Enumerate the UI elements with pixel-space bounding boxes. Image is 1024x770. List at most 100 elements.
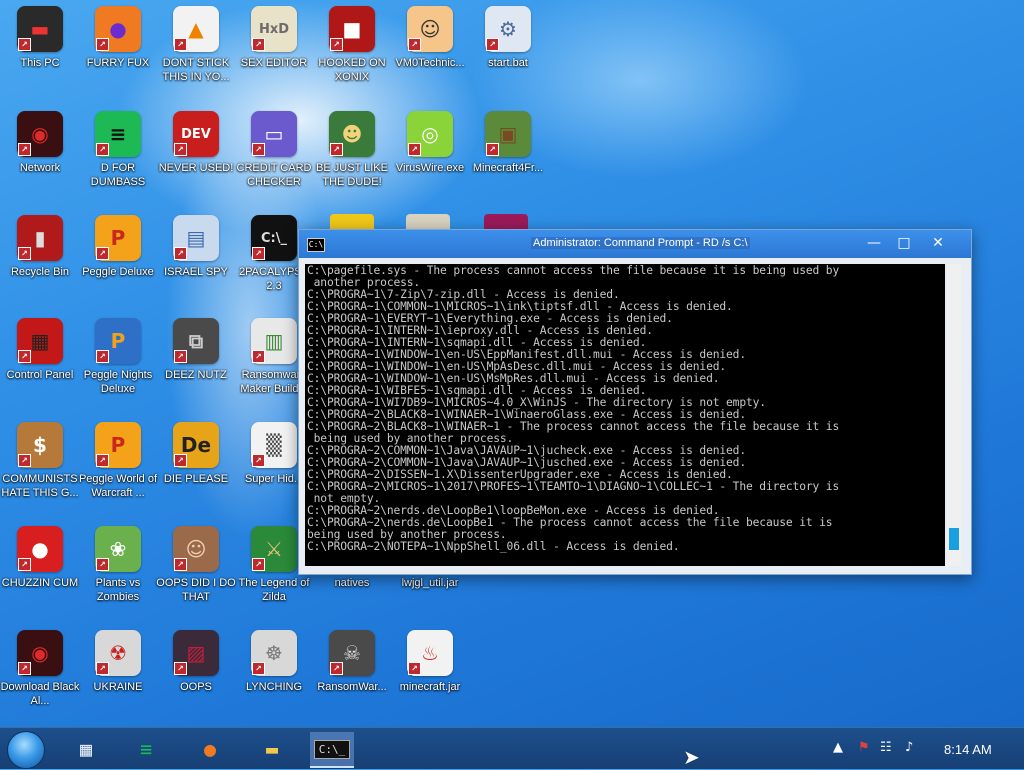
desktop-icon[interactable]: ☠ ↗ RansomWar...	[312, 630, 392, 694]
shortcut-arrow-icon: ↗	[96, 454, 109, 467]
desktop-icon[interactable]: P ↗ Peggle Deluxe	[78, 215, 158, 279]
volume-icon[interactable]: ♪	[905, 740, 913, 755]
shortcut-arrow-icon: ↗	[174, 38, 187, 51]
desktop-icon[interactable]: ▤ ↗ ISRAEL SPY	[156, 215, 236, 279]
scrollbar[interactable]	[947, 264, 961, 566]
desktop-icon-label: HOOKED ON XONIX	[318, 57, 386, 83]
desktop-icon-image: ● ↗	[17, 526, 63, 572]
desktop-icon-label: NEVER USED!	[158, 162, 234, 174]
desktop-icon-label: Download Black Al...	[0, 681, 80, 707]
desktop-icon[interactable]: ☻ ↗ BE JUST LIKE THE DUDE!	[312, 111, 392, 189]
cmd-icon: C:\_	[313, 739, 351, 759]
desktop-icon[interactable]: ◉ ↗ Network	[0, 111, 80, 175]
scroll-thumb[interactable]	[949, 528, 959, 550]
desktop-icon[interactable]: ● ↗ FURRY FUX	[78, 6, 158, 70]
desktop-icon-image: ⚙ ↗	[485, 6, 531, 52]
network-icon[interactable]: ☷	[880, 740, 892, 755]
desktop-icon-image: ☸ ↗	[251, 630, 297, 676]
spotify-icon: ≡	[139, 737, 153, 761]
desktop-icon[interactable]: ❀ ↗ Plants vs Zombies	[78, 526, 158, 604]
desktop-icon-image: ◉ ↗	[17, 630, 63, 676]
desktop-icon[interactable]: ▮ ↗ Recycle Bin	[0, 215, 80, 279]
desktop-icon[interactable]: De ↗ DIE PLEASE	[156, 422, 236, 486]
desktop-icon[interactable]: ▨ ↗ OOPS	[156, 630, 236, 694]
shortcut-arrow-icon: ↗	[18, 662, 31, 675]
close-button[interactable]: ✕	[923, 232, 953, 254]
maximize-button[interactable]: □	[889, 232, 919, 254]
desktop-icon[interactable]: ⧉ ↗ DEEZ NUTZ	[156, 318, 236, 382]
desktop-icon[interactable]: HxD ↗ SEX EDITOR	[234, 6, 314, 70]
command-prompt-window[interactable]: C:\ Administrator: Command Prompt - RD /…	[298, 229, 972, 575]
desktop-icon-label: RansomWar...	[317, 681, 387, 693]
shortcut-arrow-icon: ↗	[252, 662, 265, 675]
taskbar-spotify-button[interactable]: ≡	[124, 732, 168, 766]
desktop-icon[interactable]: ◉ ↗ Download Black Al...	[0, 630, 80, 708]
desktop-icon[interactable]: $ ↗ COMMUNISTS HATE THIS G...	[0, 422, 80, 500]
shortcut-arrow-icon: ↗	[252, 558, 265, 571]
desktop-icon-image: ▲ ↗	[173, 6, 219, 52]
desktop-icon-label: The Legend of Zilda	[238, 577, 310, 603]
clock[interactable]: 8:14 AM	[944, 742, 992, 757]
console-output[interactable]: C:\pagefile.sys - The process cannot acc…	[305, 264, 945, 566]
window-titlebar[interactable]: C:\ Administrator: Command Prompt - RD /…	[299, 230, 971, 258]
taskview-icon: ▦	[79, 737, 93, 761]
desktop-icon[interactable]: ▲ ↗ DONT STICK THIS IN YO...	[156, 6, 236, 84]
desktop-icon[interactable]: P ↗ Peggle World of Warcraft ...	[78, 422, 158, 500]
desktop-icon-image: ▦ ↗	[17, 318, 63, 364]
desktop-icon[interactable]: ▣ ↗ Minecraft4Fr...	[468, 111, 548, 175]
desktop-icon-label: lwjgl_util.jar	[401, 577, 459, 589]
shortcut-arrow-icon: ↗	[18, 350, 31, 363]
action-center-flag-icon[interactable]: ⚑	[858, 740, 870, 755]
shortcut-arrow-icon: ↗	[408, 38, 421, 51]
desktop-icon-image: ▥ ↗	[251, 318, 297, 364]
shortcut-arrow-icon: ↗	[96, 38, 109, 51]
desktop-icon-label: Minecraft4Fr...	[472, 162, 544, 174]
desktop-icon[interactable]: P ↗ Peggle Nights Deluxe	[78, 318, 158, 396]
desktop-icon[interactable]: ☺ ↗ OOPS DID I DO THAT	[156, 526, 236, 604]
taskbar-file-explorer-button[interactable]: ▬	[250, 732, 294, 766]
taskbar-firefox-button[interactable]: ●	[188, 732, 232, 766]
shortcut-arrow-icon: ↗	[18, 247, 31, 260]
desktop-icon[interactable]: ▦ ↗ Control Panel	[0, 318, 80, 382]
shortcut-arrow-icon: ↗	[408, 662, 421, 675]
desktop-icon-image: P ↗	[95, 318, 141, 364]
desktop-icon-label: Peggle Deluxe	[82, 266, 154, 278]
desktop-icon[interactable]: ≡ ↗ D FOR DUMBASS	[78, 111, 158, 189]
taskbar-cmd-button[interactable]: C:\_	[310, 732, 354, 768]
desktop-icon-image: P ↗	[95, 215, 141, 261]
desktop-icon-image: ◎ ↗	[407, 111, 453, 157]
desktop-icon-label: FURRY FUX	[86, 57, 150, 69]
desktop-icon[interactable]: ⚙ ↗ start.bat	[468, 6, 548, 70]
desktop-icon-label: COMMUNISTS HATE THIS G...	[1, 473, 79, 499]
desktop-icon[interactable]: ◎ ↗ VirusWire.exe	[390, 111, 470, 175]
tray-chevron-icon[interactable]: ▲	[833, 740, 843, 755]
desktop-icon[interactable]: ☢ ↗ UKRAINE	[78, 630, 158, 694]
desktop-icon[interactable]: ▭ ↗ CREDIT CARD CHECKER	[234, 111, 314, 189]
desktop-icon[interactable]: ☺ ↗ VM0Technic...	[390, 6, 470, 70]
shortcut-arrow-icon: ↗	[408, 143, 421, 156]
desktop-icon[interactable]: ● ↗ CHUZZIN CUM	[0, 526, 80, 590]
shortcut-arrow-icon: ↗	[18, 38, 31, 51]
taskbar-taskview-button[interactable]: ▦	[64, 732, 108, 766]
start-button[interactable]	[7, 731, 45, 769]
desktop-icon-label: UKRAINE	[93, 681, 143, 693]
desktop-icon[interactable]: ♨ ↗ minecraft.jar	[390, 630, 470, 694]
desktop-icon[interactable]: DEV ↗ NEVER USED!	[156, 111, 236, 175]
desktop-icon-image: ☺ ↗	[173, 526, 219, 572]
desktop-icon-image: $ ↗	[17, 422, 63, 468]
cmd-window-icon: C:\	[307, 238, 325, 252]
desktop-icon-image: ❀ ↗	[95, 526, 141, 572]
desktop-icon-label: BE JUST LIKE THE DUDE!	[316, 162, 388, 188]
desktop-icon[interactable]: ☸ ↗ LYNCHING	[234, 630, 314, 694]
desktop-icon-image: ☻ ↗	[329, 111, 375, 157]
minimize-button[interactable]: —	[859, 232, 889, 254]
desktop-icon-image: ☺ ↗	[407, 6, 453, 52]
desktop-icon[interactable]: ■ ↗ HOOKED ON XONIX	[312, 6, 392, 84]
desktop-icon-label: VM0Technic...	[395, 57, 465, 69]
desktop-icon-label: Control Panel	[6, 369, 74, 381]
desktop-icon[interactable]: ▬ ↗ This PC	[0, 6, 80, 70]
shortcut-arrow-icon: ↗	[96, 247, 109, 260]
desktop-icon-label: CREDIT CARD CHECKER	[236, 162, 312, 188]
desktop-icon-label: DIE PLEASE	[163, 473, 229, 485]
shortcut-arrow-icon: ↗	[174, 558, 187, 571]
